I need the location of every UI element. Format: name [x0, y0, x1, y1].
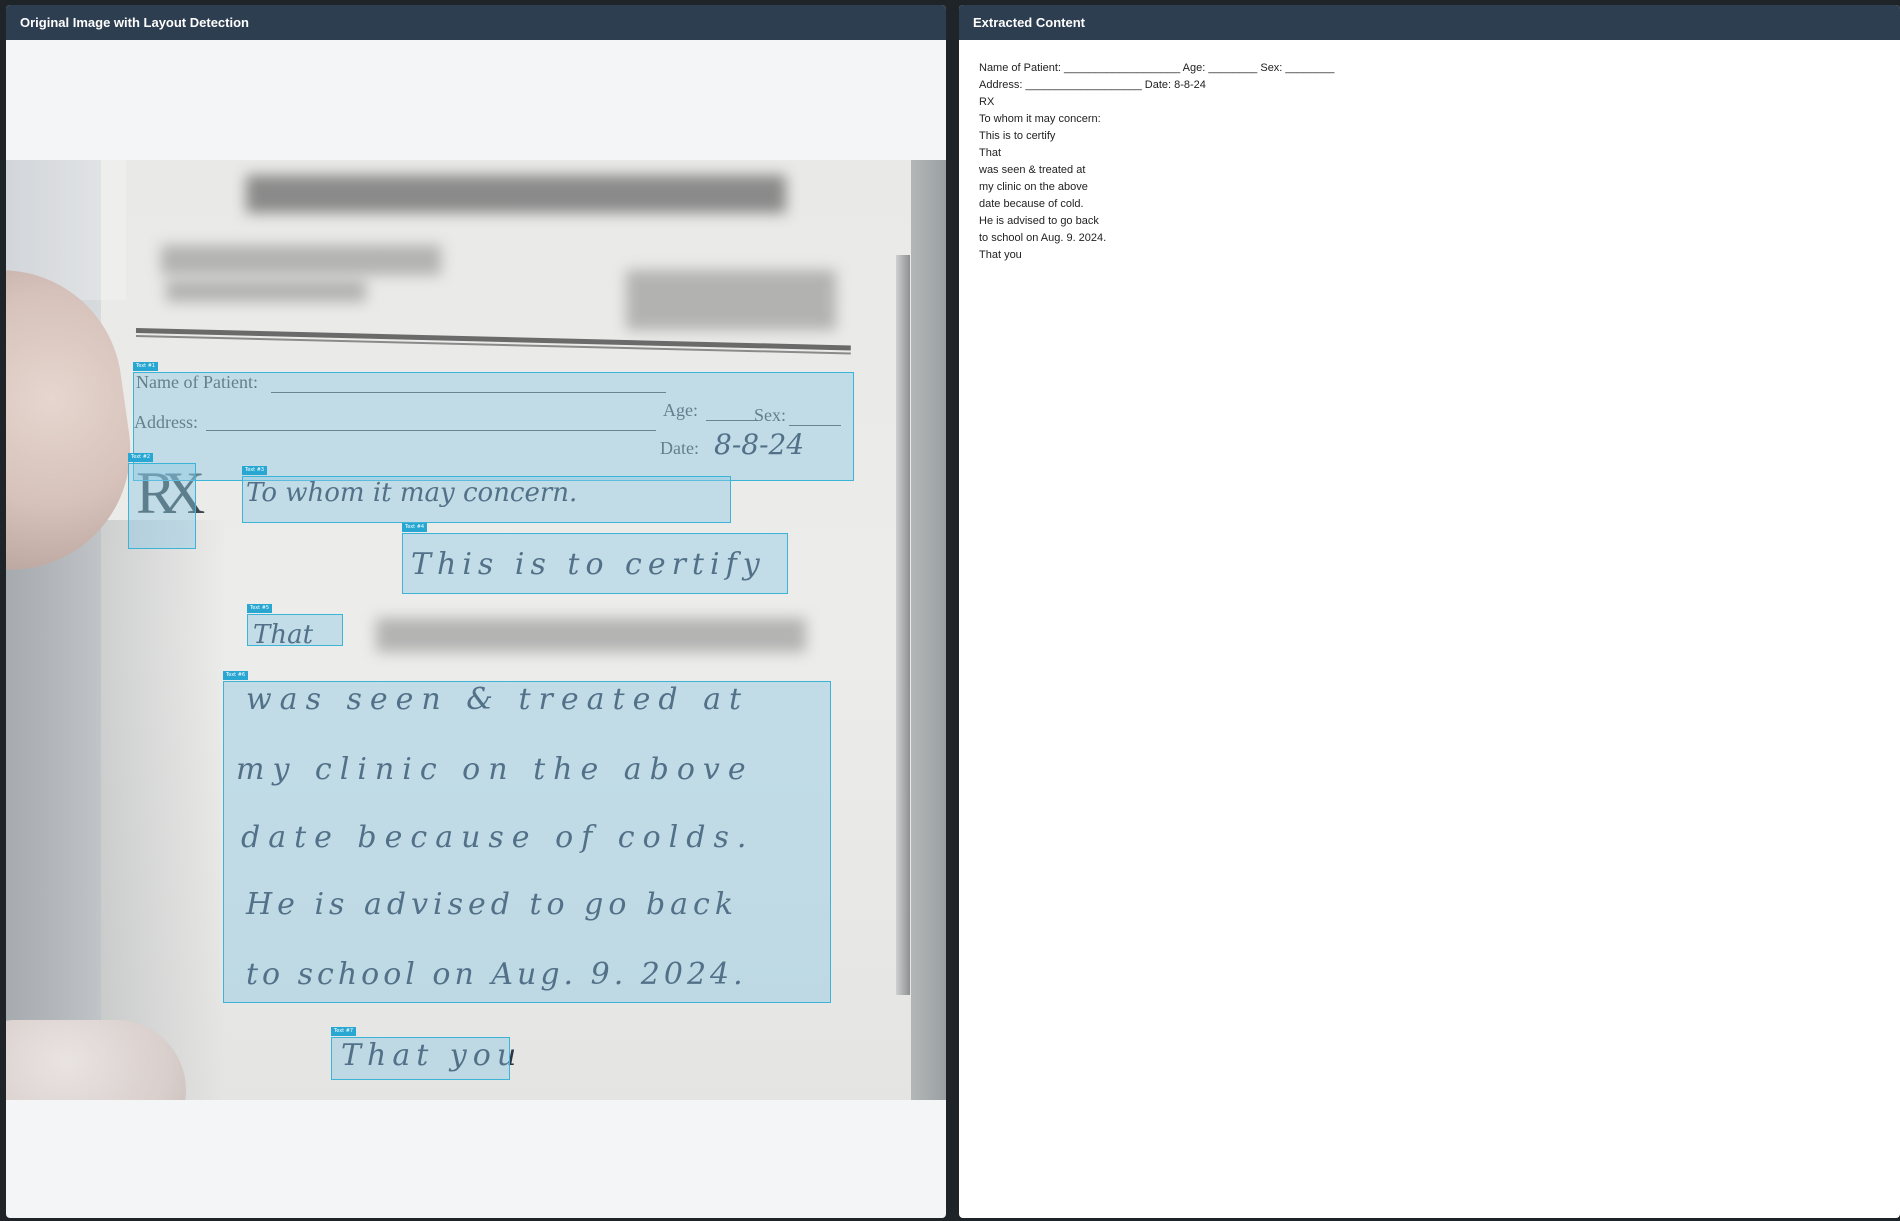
- extracted-text-area[interactable]: Name of Patient: ___________________ Age…: [959, 40, 1900, 264]
- extracted-line: my clinic on the above: [979, 181, 1088, 193]
- detection-box-7[interactable]: Text #7: [331, 1027, 510, 1080]
- detection-label: Text #6: [223, 671, 249, 680]
- detection-label: Text #1: [133, 362, 159, 371]
- extracted-line: was seen & treated at: [979, 164, 1086, 176]
- detection-box-6[interactable]: Text #6: [223, 671, 831, 1003]
- extracted-line: This is to certify: [979, 130, 1056, 142]
- detection-label: Text #5: [247, 604, 273, 613]
- left-panel-title: Original Image with Layout Detection: [6, 5, 946, 40]
- extracted-line: That: [979, 147, 1002, 159]
- detection-box-4[interactable]: Text #4: [402, 523, 788, 594]
- paper-fold-shadow: [896, 255, 910, 995]
- detection-box-5[interactable]: Text #5: [247, 604, 343, 646]
- right-panel-title: Extracted Content: [959, 5, 1900, 40]
- extracted-line: RX: [979, 96, 995, 108]
- detection-box-1[interactable]: Text #1: [133, 362, 854, 481]
- extracted-line: to school on Aug. 9. 2024.: [979, 232, 1107, 244]
- document-photo: Name of Patient: Age: Sex: Address: Date…: [6, 160, 946, 1100]
- detection-label: Text #3: [242, 466, 268, 475]
- extracted-content-panel: Extracted Content Name of Patient: _____…: [959, 5, 1900, 1218]
- blurred-letterhead-address-2: [166, 280, 366, 302]
- extracted-line: To whom it may concern:: [979, 113, 1101, 125]
- detection-box-3[interactable]: Text #3: [242, 466, 731, 523]
- blurred-letterhead-contact: [626, 270, 836, 330]
- original-image-panel: Original Image with Layout Detection Nam…: [6, 5, 946, 1218]
- blurred-letterhead-address: [161, 245, 441, 275]
- extracted-line: He is advised to go back: [979, 215, 1099, 227]
- blurred-letterhead-name: [246, 175, 786, 213]
- hand-shadow: [6, 520, 226, 1100]
- extracted-line: Name of Patient: ___________________ Age…: [979, 62, 1335, 74]
- extracted-line: That you: [979, 249, 1022, 261]
- detection-label: Text #2: [128, 453, 154, 462]
- blurred-patient-name: [376, 618, 806, 652]
- extracted-line: Address: ___________________ Date: 8-8-2…: [979, 79, 1206, 91]
- detection-label: Text #7: [331, 1027, 357, 1036]
- extracted-line: date because of cold.: [979, 198, 1084, 210]
- detection-label: Text #4: [402, 523, 428, 532]
- detection-box-2[interactable]: Text #2: [128, 453, 196, 549]
